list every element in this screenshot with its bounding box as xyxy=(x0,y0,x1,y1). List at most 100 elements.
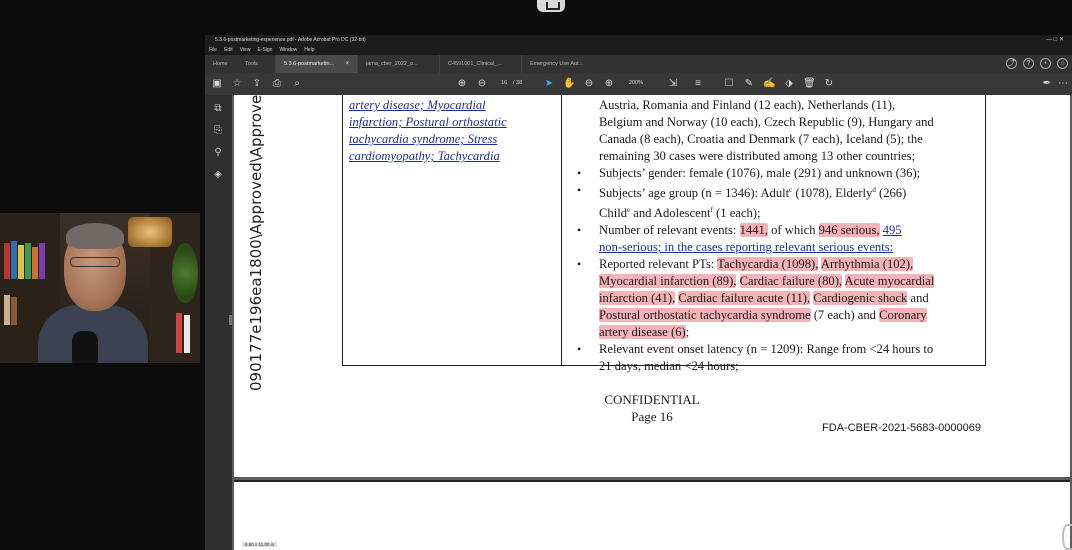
list-item-gender: Subjects’ gender: female (1076), male (2… xyxy=(575,165,981,182)
countries-line: Belgium and Norway (10 each), Czech Repu… xyxy=(599,115,934,129)
menu-help[interactable]: Help xyxy=(304,46,314,55)
share-screen-icon[interactable] xyxy=(537,0,565,12)
pt-line[interactable]: artery disease; Myocardial xyxy=(349,97,549,114)
bookmark-star-icon[interactable]: ☆ xyxy=(231,78,243,90)
bookmarks-icon[interactable]: ⎘ xyxy=(212,125,224,137)
left-navigation-rail: ⧉ ⎘ ⚲ ◈ xyxy=(205,95,233,550)
page-fit-icon[interactable]: ⇲ xyxy=(667,78,679,90)
approval-stamp: 090177e196ea1800\Approved\Approve xyxy=(237,95,265,395)
acrobat-window: 5.3.6-postmarketing-experience.pdf - Ado… xyxy=(205,35,1072,550)
comment-icon[interactable]: ☐ xyxy=(723,78,735,90)
upload-icon[interactable]: ⇪ xyxy=(251,78,263,90)
age-text: (1 each); xyxy=(712,206,761,221)
age-text: and Adolescent xyxy=(630,206,711,221)
highlight-pt[interactable]: Cardiac failure (80), xyxy=(739,274,843,289)
highlight-events-total[interactable]: 1441, xyxy=(739,223,768,238)
sign-icon[interactable]: ✒ xyxy=(1041,78,1053,90)
age-text: Subjects’ age group (n = 1346): Adult xyxy=(599,186,790,201)
save-icon[interactable]: ▣ xyxy=(211,78,223,90)
highlight-events-serious[interactable]: 946 serious, xyxy=(818,223,880,238)
book xyxy=(11,241,17,279)
events-text: Number of relevant events: xyxy=(599,223,740,238)
highlight-pt[interactable]: artery disease (6) xyxy=(599,325,686,340)
tab-postmarketing[interactable]: 5.3.6-postmarketin... × xyxy=(275,55,357,73)
person-hair xyxy=(66,223,124,249)
table-cell-pt-list: artery disease; Myocardial infarction; P… xyxy=(349,97,549,165)
hand-tool-icon[interactable]: ✋ xyxy=(563,78,575,90)
tab-tools[interactable]: Tools xyxy=(237,55,275,73)
tab-jama[interactable]: jama_cber_2022_o... xyxy=(357,55,439,73)
book xyxy=(25,243,31,279)
age-text: Child xyxy=(599,206,627,221)
close-icon[interactable]: × xyxy=(345,61,349,67)
highlight-pt[interactable]: Cardiac failure acute (11), xyxy=(678,291,811,306)
highlight-pt[interactable]: Myocardial infarction (89), xyxy=(599,274,737,289)
menu-window[interactable]: Window xyxy=(279,46,297,55)
tab-label: C4591001_Clinical_... xyxy=(448,61,502,67)
draw-icon[interactable]: ✍ xyxy=(763,78,775,90)
menu-file[interactable]: File xyxy=(209,46,217,55)
pt-line[interactable]: infarction; Postural orthostatic xyxy=(349,114,549,131)
highlight-pt[interactable]: Acute myocardial xyxy=(844,274,935,289)
events-nonserious-link[interactable]: 495 xyxy=(883,223,902,237)
select-cursor-icon[interactable]: ➤ xyxy=(543,78,555,90)
help-icon[interactable]: ? xyxy=(1023,58,1034,69)
search-icon[interactable]: ⌕ xyxy=(291,78,303,90)
page-down-icon[interactable]: ⊖ xyxy=(476,78,488,90)
pt-line[interactable]: cardiomyopathy; Tachycardia xyxy=(349,148,549,165)
highlight-pt[interactable]: Arrhythmia (102), xyxy=(820,257,914,272)
page-number-input[interactable]: 16 xyxy=(501,80,507,86)
highlight-pt[interactable]: Cardiogenic shock xyxy=(813,291,908,306)
notifications-icon[interactable]: • xyxy=(1040,58,1051,69)
menu-esign[interactable]: E-Sign xyxy=(257,46,272,55)
title-bar: 5.3.6-postmarketing-experience.pdf - Ado… xyxy=(205,35,1072,46)
print-icon[interactable]: ⎙ xyxy=(271,78,283,90)
tab-c4591001[interactable]: C4591001_Clinical_... xyxy=(439,55,521,73)
pts-text: (7 each) and xyxy=(810,308,880,323)
zoom-out-icon[interactable]: ⊖ xyxy=(583,78,595,90)
highlight-pt[interactable]: Postural orthostatic tachycardia syndrom… xyxy=(599,308,811,323)
delete-icon[interactable]: 🗑 xyxy=(803,78,816,90)
plant xyxy=(172,243,198,303)
pts-text: Reported relevant PTs: xyxy=(599,257,718,272)
microphone xyxy=(72,331,98,363)
highlight-pt[interactable]: infarction (41), xyxy=(599,291,676,306)
latency-text: 21 days, median <24 hours; xyxy=(599,359,739,374)
zoom-in-icon[interactable]: ⊕ xyxy=(603,78,615,90)
list-item-events: Number of relevant events: 1441, of whic… xyxy=(575,222,981,256)
layers-icon[interactable]: ◈ xyxy=(212,169,224,181)
highlight-pt[interactable]: Tachycardia (1098), xyxy=(717,257,819,272)
tab-home[interactable]: Home xyxy=(205,55,237,73)
tab-emergency-use[interactable]: Emergency Use Aut... xyxy=(521,55,603,73)
countries-line: Austria, Romania and Finland (12 each), … xyxy=(599,98,896,112)
gender-text: Subjects’ gender: female (1076), male (2… xyxy=(599,166,921,180)
share-icon[interactable]: ⤴ xyxy=(1006,58,1017,69)
age-text: (266) xyxy=(875,186,907,201)
events-nonserious-link[interactable]: non-serious; in the cases reporting rele… xyxy=(599,240,893,254)
webcam-video xyxy=(0,213,200,363)
pt-line[interactable]: tachycardia syndrome; Stress xyxy=(349,131,549,148)
table-cell-summary: Austria, Romania and Finland (12 each), … xyxy=(575,97,981,375)
lamp xyxy=(128,217,172,247)
scroll-handle[interactable] xyxy=(1062,524,1072,550)
tab-bar: Home Tools 5.3.6-postmarketin... × jama_… xyxy=(205,55,1072,73)
more-tools-icon[interactable]: ⋯ xyxy=(1057,78,1069,90)
highlight-pen-icon[interactable]: ✎ xyxy=(743,78,755,90)
window-controls[interactable]: — □ ✕ xyxy=(1046,35,1064,46)
list-item-age: Subjects’ age group (n = 1346): Adultc (… xyxy=(575,182,981,222)
pages-icon[interactable]: ⧉ xyxy=(212,103,224,115)
highlight-pt[interactable]: Coronary xyxy=(879,308,927,323)
countries-line: Canada (8 each), Croatia and Denmark (7 … xyxy=(599,132,923,146)
menu-view[interactable]: View xyxy=(240,46,251,55)
scroll-mode-icon[interactable]: ≡ xyxy=(692,78,704,90)
next-pdf-page: 8.50 x 11.00 in xyxy=(234,480,1070,550)
rotate-icon[interactable]: ↻ xyxy=(823,78,835,90)
page-up-icon[interactable]: ⊕ xyxy=(456,78,468,90)
menu-edit[interactable]: Edit xyxy=(224,46,233,55)
stamp-icon[interactable]: ⬗ xyxy=(783,78,795,90)
zoom-level-select[interactable]: 200% xyxy=(629,80,643,86)
account-icon[interactable]: ○ xyxy=(1057,58,1068,69)
tab-label: 5.3.6-postmarketin... xyxy=(284,61,335,67)
document-canvas[interactable]: 090177e196ea1800\Approved\Approve artery… xyxy=(232,95,1072,550)
attachments-icon[interactable]: ⚲ xyxy=(212,147,224,159)
